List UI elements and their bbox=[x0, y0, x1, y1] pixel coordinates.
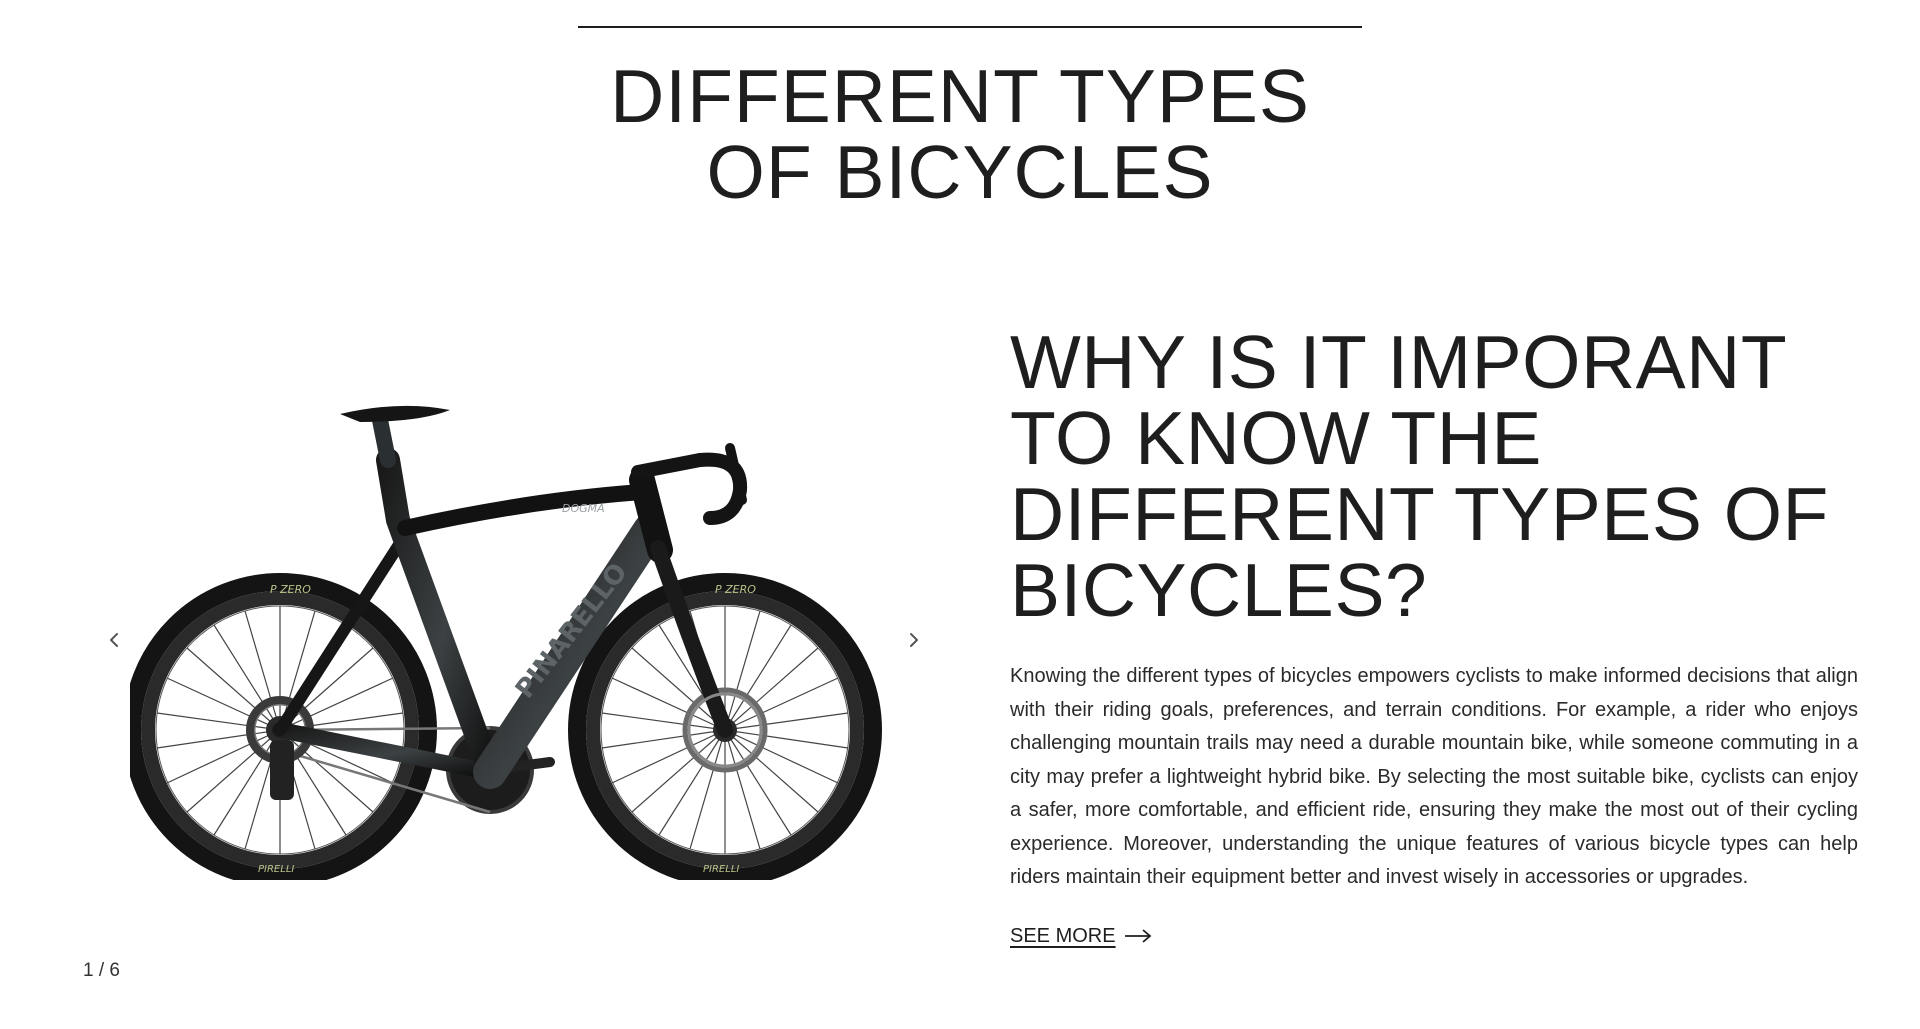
bicycle-illustration: P ZERO P ZERO PINARELLO DOGMA PIRELLI PI… bbox=[123, 405, 882, 890]
carousel-next-button[interactable] bbox=[894, 620, 934, 660]
chevron-left-icon bbox=[110, 633, 118, 647]
content-heading-line-1: WHY IS IT IMPORANT bbox=[1010, 320, 1788, 404]
section-title: DIFFERENT TYPES OF BICYCLES bbox=[0, 58, 1920, 210]
see-more-label: SEE MORE bbox=[1010, 924, 1116, 947]
section-title-line-2: OF BICYCLES bbox=[706, 130, 1214, 214]
chevron-right-icon bbox=[910, 633, 918, 647]
tire-brand-rear: PIRELLI bbox=[258, 864, 294, 875]
content-body-text: Knowing the different types of bicycles … bbox=[1010, 665, 1858, 888]
top-divider bbox=[578, 26, 1362, 28]
content-heading-line-4: BICYCLES? bbox=[1010, 548, 1428, 632]
section-title-line-1: DIFFERENT TYPES bbox=[610, 54, 1310, 138]
carousel-prev-button[interactable] bbox=[94, 620, 134, 660]
bicycle-carousel: P ZERO P ZERO PINARELLO DOGMA PIRELLI PI… bbox=[80, 380, 920, 990]
road-bicycle-image: P ZERO P ZERO PINARELLO DOGMA PIRELLI PI… bbox=[123, 400, 910, 890]
frame-model-text: DOGMA bbox=[562, 502, 605, 515]
see-more-link[interactable]: SEE MORE bbox=[1010, 925, 1152, 948]
content-heading-line-2: TO KNOW THE bbox=[1010, 396, 1542, 480]
content-panel: WHY IS IT IMPORANT TO KNOW THE DIFFERENT… bbox=[1010, 324, 1858, 948]
tire-label-front: P ZERO bbox=[715, 583, 756, 596]
tire-label-rear: P ZERO bbox=[270, 583, 311, 596]
tire-brand-front: PIRELLI bbox=[703, 864, 739, 875]
content-heading: WHY IS IT IMPORANT TO KNOW THE DIFFERENT… bbox=[1010, 324, 1858, 628]
arrow-right-icon bbox=[1124, 929, 1151, 943]
content-heading-line-3: DIFFERENT TYPES OF bbox=[1010, 472, 1829, 556]
slide-counter: 1 / 6 bbox=[83, 960, 120, 981]
page: DIFFERENT TYPES OF BICYCLES P ZERO P ZER… bbox=[0, 0, 1920, 1029]
